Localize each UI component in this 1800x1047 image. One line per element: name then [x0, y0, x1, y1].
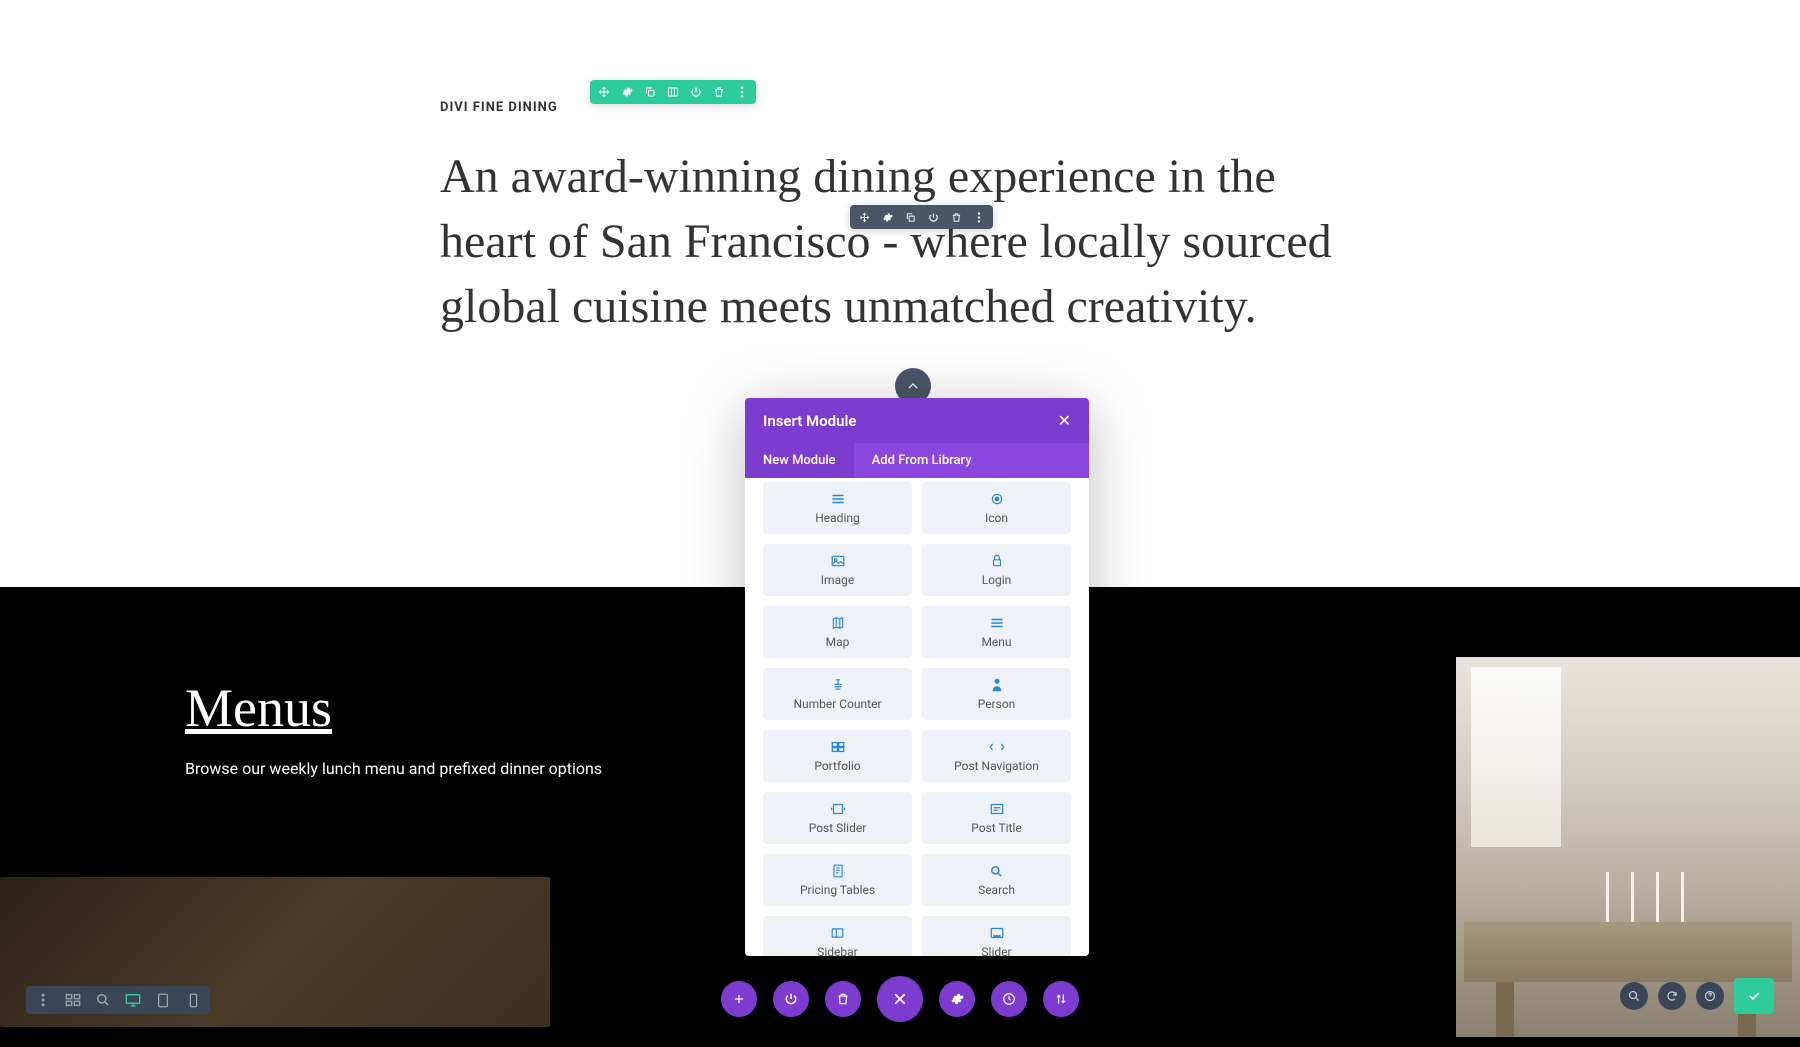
module-toolbar — [850, 205, 993, 229]
settings-button[interactable] — [939, 981, 975, 1017]
module-item-login[interactable]: Login — [922, 544, 1071, 596]
sidebar-icon — [831, 925, 844, 941]
icon-icon — [990, 491, 1004, 507]
portfolio-icon — [831, 739, 845, 755]
heading-icon — [831, 491, 845, 507]
posttitle-icon — [990, 801, 1004, 817]
modal-tabs: New Module Add From Library — [745, 443, 1089, 478]
module-item-icon[interactable]: Icon — [922, 482, 1071, 534]
modal-body[interactable]: Heading Icon Image Login Map Menu Number Count… — [745, 478, 1089, 956]
module-label: Sidebar — [817, 945, 858, 956]
person-icon — [992, 677, 1002, 693]
module-label: Heading — [815, 511, 860, 525]
insert-module-modal: Insert Module ✕ New Module Add From Libr… — [745, 398, 1089, 956]
hero-section: DIVI FINE DINING An award-winning dining… — [0, 0, 1800, 399]
map-icon — [832, 615, 844, 631]
postslider-icon — [831, 801, 845, 817]
bottom-bar — [0, 974, 1800, 1024]
modal-header: Insert Module ✕ — [745, 398, 1089, 443]
sort-button[interactable] — [1043, 981, 1079, 1017]
power-icon[interactable] — [689, 85, 703, 99]
module-label: Menu — [981, 635, 1011, 649]
slider-icon — [990, 925, 1004, 941]
module-item-posttitle[interactable]: Post Title — [922, 792, 1071, 844]
module-item-person[interactable]: Person — [922, 668, 1071, 720]
move-icon[interactable] — [597, 85, 611, 99]
trash-icon[interactable] — [949, 210, 963, 224]
module-label: Search — [978, 883, 1015, 897]
gear-icon[interactable] — [880, 210, 894, 224]
history-button[interactable] — [991, 981, 1027, 1017]
module-item-search[interactable]: Search — [922, 854, 1071, 906]
power-icon[interactable] — [926, 210, 940, 224]
module-label: Post Slider — [809, 821, 867, 835]
module-item-postslider[interactable]: Post Slider — [763, 792, 912, 844]
more-icon[interactable] — [972, 210, 986, 224]
trash-button[interactable] — [825, 981, 861, 1017]
duplicate-icon[interactable] — [643, 85, 657, 99]
headline-text[interactable]: An award-winning dining experience in th… — [440, 145, 1360, 339]
module-item-menu[interactable]: Menu — [922, 606, 1071, 658]
module-label: Person — [978, 697, 1016, 711]
module-label: Number Counter — [793, 697, 881, 711]
trash-icon[interactable] — [712, 85, 726, 99]
module-label: Post Navigation — [954, 759, 1039, 773]
login-icon — [991, 553, 1003, 569]
move-icon[interactable] — [857, 210, 871, 224]
module-item-sidebar[interactable]: Sidebar — [763, 916, 912, 956]
module-label: Login — [982, 573, 1012, 587]
module-label: Post Title — [971, 821, 1021, 835]
pricing-icon — [832, 863, 844, 879]
section-toolbar — [590, 80, 756, 104]
tab-add-from-library[interactable]: Add From Library — [854, 443, 990, 478]
module-item-postnav[interactable]: Post Navigation — [922, 730, 1071, 782]
modal-title: Insert Module — [763, 412, 856, 430]
columns-icon[interactable] — [666, 85, 680, 99]
close-button[interactable] — [877, 976, 923, 1022]
tab-new-module[interactable]: New Module — [745, 443, 854, 478]
module-label: Portfolio — [814, 759, 860, 773]
power-button[interactable] — [773, 981, 809, 1017]
module-item-portfolio[interactable]: Portfolio — [763, 730, 912, 782]
gear-icon[interactable] — [620, 85, 634, 99]
eyebrow-text: DIVI FINE DINING — [440, 100, 1360, 115]
menu-icon — [990, 615, 1004, 631]
module-label: Pricing Tables — [800, 883, 875, 897]
page-canvas: DIVI FINE DINING An award-winning dining… — [0, 0, 1800, 1024]
counter-icon — [832, 677, 844, 693]
module-item-counter[interactable]: Number Counter — [763, 668, 912, 720]
module-label: Image — [821, 573, 854, 587]
module-item-slider[interactable]: Slider — [922, 916, 1071, 956]
module-item-map[interactable]: Map — [763, 606, 912, 658]
image-icon — [831, 553, 845, 569]
module-label: Map — [826, 635, 850, 649]
add-button[interactable] — [721, 981, 757, 1017]
more-icon[interactable] — [735, 85, 749, 99]
close-icon[interactable]: ✕ — [1058, 411, 1071, 430]
module-label: Icon — [985, 511, 1008, 525]
module-item-pricing[interactable]: Pricing Tables — [763, 854, 912, 906]
module-item-heading[interactable]: Heading — [763, 482, 912, 534]
module-item-image[interactable]: Image — [763, 544, 912, 596]
postnav-icon — [989, 739, 1005, 755]
duplicate-icon[interactable] — [903, 210, 917, 224]
search-icon — [990, 863, 1003, 879]
module-label: Slider — [981, 945, 1011, 956]
